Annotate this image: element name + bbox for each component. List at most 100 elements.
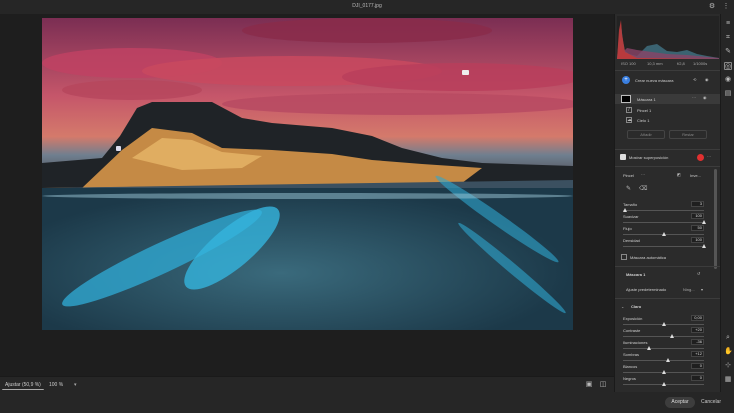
light-label: Negros <box>623 376 636 381</box>
create-mask-label[interactable]: Crear nueva máscara <box>635 78 673 83</box>
redeye-icon[interactable]: ◉ <box>724 76 732 84</box>
light-slider-knob[interactable] <box>661 382 666 386</box>
mask-row[interactable]: Máscara 1 ··· ◉ <box>615 94 721 104</box>
brush-slider[interactable] <box>622 208 704 212</box>
canvas-toolbar: Ajustar (50,9 %) 100 % ▾ ▣ ◫ <box>0 376 614 392</box>
color-sampler-icon[interactable]: ⊹ <box>724 362 732 370</box>
heal-icon[interactable]: ✎ <box>724 48 732 56</box>
light-value-field[interactable]: 0,00 <box>691 315 704 321</box>
brush-slider-knob[interactable] <box>702 244 706 248</box>
chevron-down-icon[interactable]: ⌄ <box>621 304 624 309</box>
light-value-field[interactable]: +12 <box>691 351 704 357</box>
brush-value-field[interactable]: 100 <box>691 213 704 219</box>
light-slider-knob[interactable] <box>661 370 666 374</box>
brush-value-field[interactable]: 3 <box>691 201 704 207</box>
zoom-dropdown-icon[interactable]: ▾ <box>71 380 77 390</box>
automask-label: Máscara automática <box>630 255 667 260</box>
brush-slider[interactable] <box>623 220 706 224</box>
chevron-down-icon[interactable]: ▾ <box>701 287 703 292</box>
sync-icon[interactable]: ⟲ <box>693 77 696 82</box>
mask-item-brush: Pincel 1 <box>637 108 652 113</box>
light-slider[interactable] <box>623 382 704 386</box>
brush-pin[interactable] <box>116 146 121 151</box>
crop-icon[interactable]: ⌗ <box>724 34 732 42</box>
overlay-label: Mostrar superposición <box>629 155 669 160</box>
mask-options-icon[interactable]: ··· <box>692 95 696 100</box>
brush-value-field[interactable]: 50 <box>691 225 704 231</box>
preset-dropdown[interactable]: Ning... <box>683 287 695 292</box>
light-value-field[interactable]: 0 <box>691 363 704 369</box>
fit-zoom-button[interactable]: Ajustar (50,9 %) <box>2 380 44 390</box>
brush-tool-icon[interactable]: ✎ <box>626 185 631 192</box>
presets-icon[interactable]: ▤ <box>724 90 732 98</box>
light-label: Iluminaciones <box>623 340 648 345</box>
light-slider-knob[interactable] <box>666 358 671 362</box>
photo-preview[interactable] <box>42 18 573 330</box>
compare-view-icon[interactable]: ◫ <box>599 381 607 389</box>
mask-pin[interactable] <box>462 70 469 75</box>
brush-slider-knob[interactable] <box>661 232 666 236</box>
light-slider[interactable] <box>623 322 704 326</box>
mask-item-sky: Cielo 1 <box>637 118 650 123</box>
light-slider[interactable] <box>623 346 704 350</box>
brush-label: Flujo <box>623 226 632 231</box>
shutter-value: 1/1000s <box>693 61 708 66</box>
light-value-field[interactable]: -36 <box>691 339 704 345</box>
light-section-title: Claro <box>631 304 642 309</box>
brush-slider-knob[interactable] <box>622 208 627 212</box>
title-bar: DJI_0177.jpg ⚙ ⋮ <box>0 0 734 14</box>
brush-options-icon[interactable]: ··· <box>641 172 645 177</box>
brush-label: Densidad <box>623 238 640 243</box>
mask-icon[interactable]: ◎ <box>724 62 732 70</box>
accept-button[interactable]: Aceptar <box>665 397 695 408</box>
divider <box>615 70 721 71</box>
overlay-options-icon[interactable]: ··· <box>707 154 711 159</box>
light-slider-knob[interactable] <box>646 346 651 350</box>
add-mask-icon[interactable]: + <box>622 76 630 84</box>
tool-rail: ≡ ⌗ ✎ ◎ ◉ ▤ ⌕ ✋ ⊹ ▦ <box>720 14 734 392</box>
light-value-field[interactable]: 0 <box>691 375 704 381</box>
brush-slider[interactable] <box>623 232 704 236</box>
add-button[interactable]: Añadir <box>627 130 665 139</box>
light-value-field[interactable]: +20 <box>691 327 704 333</box>
invert-label[interactable]: Inve... <box>690 173 701 178</box>
gear-icon[interactable]: ⚙ <box>708 3 716 11</box>
overlay-color-swatch[interactable] <box>697 154 704 161</box>
panel-scrollbar[interactable] <box>714 169 717 269</box>
invert-icon[interactable]: ◩ <box>677 172 681 177</box>
zoom-100-button[interactable]: 100 % <box>46 380 66 390</box>
light-slider-knob[interactable] <box>669 334 674 338</box>
image-canvas[interactable] <box>0 14 614 376</box>
brush-value-field[interactable]: 100 <box>691 237 704 243</box>
footer-bar <box>0 392 734 413</box>
light-slider-knob[interactable] <box>661 322 666 326</box>
divider <box>615 298 721 299</box>
brush-slider-knob[interactable] <box>702 220 706 224</box>
hand-icon[interactable]: ✋ <box>724 348 733 356</box>
single-view-icon[interactable]: ▣ <box>585 381 593 389</box>
light-slider[interactable] <box>623 334 704 338</box>
more-icon[interactable]: ⋮ <box>722 3 730 11</box>
subtract-button[interactable]: Restar <box>669 130 707 139</box>
visibility-icon[interactable]: ◉ <box>705 77 709 82</box>
mask-thumbnail <box>621 95 631 103</box>
preset-label: Ajuste predeterminado <box>626 287 667 292</box>
light-slider[interactable] <box>623 370 704 374</box>
reset-icon[interactable]: ↺ <box>697 271 700 276</box>
mask-panel: ISO 100 10,3 mm f/2,8 1/1000s + Crear nu… <box>614 14 721 392</box>
cancel-button[interactable]: Cancelar <box>700 397 722 408</box>
zoom-icon[interactable]: ⌕ <box>724 334 732 342</box>
mask-visibility-icon[interactable]: ◉ <box>703 95 707 100</box>
sky-icon: ☁ <box>626 117 632 123</box>
brush-slider[interactable] <box>623 244 706 248</box>
focal-value: 10,3 mm <box>647 61 663 66</box>
grid-icon[interactable]: ▦ <box>724 376 732 384</box>
brush-icon: / <box>626 107 632 113</box>
brush-label: Suavizar <box>623 214 639 219</box>
automask-checkbox[interactable] <box>621 254 627 260</box>
eraser-icon[interactable]: ⌫ <box>639 185 647 192</box>
edit-icon[interactable]: ≡ <box>724 20 732 28</box>
overlay-checkbox[interactable] <box>620 154 626 160</box>
light-label: Sombras <box>623 352 640 357</box>
light-slider[interactable] <box>623 358 704 362</box>
